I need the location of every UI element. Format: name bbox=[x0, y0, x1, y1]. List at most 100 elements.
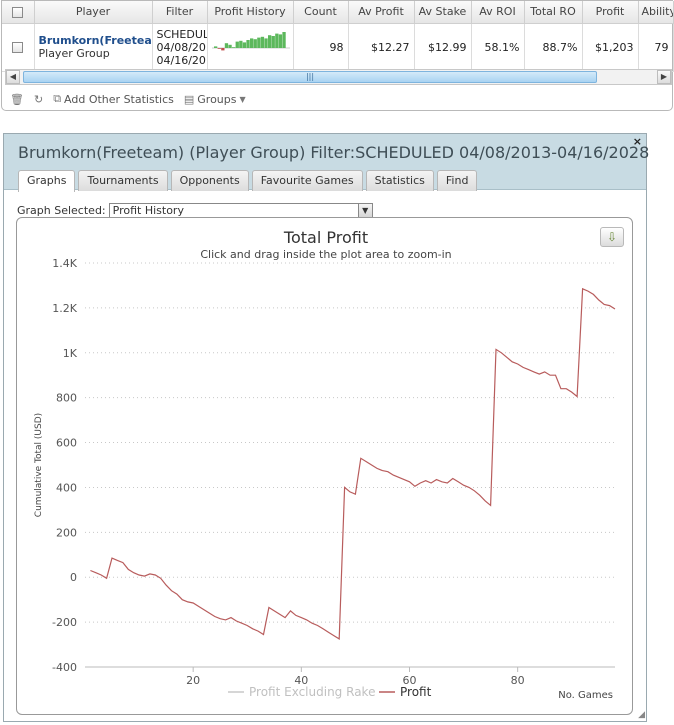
chevron-down-icon[interactable]: ▼ bbox=[357, 204, 372, 217]
chevron-down-icon: ▼ bbox=[239, 94, 246, 104]
sparkline-bar bbox=[281, 31, 286, 48]
chart-title: Total Profit bbox=[283, 228, 368, 247]
tab-statistics[interactable]: Statistics bbox=[365, 170, 434, 191]
row-checkbox[interactable] bbox=[12, 42, 24, 53]
x-tick-label: 80 bbox=[511, 674, 525, 687]
profit-history-cell bbox=[207, 23, 294, 72]
sparkline-bar bbox=[242, 41, 246, 48]
sparkline-bar bbox=[220, 47, 224, 50]
sparkline-bar bbox=[235, 41, 239, 48]
groups-dropdown[interactable]: ▤ Groups ▼ bbox=[184, 93, 246, 106]
av-roi-cell: 58.1% bbox=[471, 23, 525, 72]
scroll-left-icon[interactable]: ◀ bbox=[6, 70, 20, 84]
tab-opponents[interactable]: Opponents bbox=[170, 170, 249, 191]
ability-cell: 79 bbox=[638, 23, 674, 72]
y-tick-label: 600 bbox=[56, 437, 77, 450]
y-tick-label: 0 bbox=[70, 571, 77, 584]
table-row[interactable]: Brumkorn(Freetean Player Group SCHEDUL 0… bbox=[2, 23, 674, 72]
col-header-profit-history[interactable]: Profit History bbox=[207, 1, 294, 24]
sparkline-bar bbox=[245, 39, 250, 48]
resize-grip-icon[interactable]: ◢ bbox=[638, 710, 645, 720]
player-cell[interactable]: Brumkorn(Freetean Player Group bbox=[34, 23, 153, 72]
total-roi-cell: 88.7% bbox=[524, 23, 583, 72]
sparkline-bar bbox=[267, 34, 271, 48]
row-select-cell[interactable] bbox=[2, 23, 35, 72]
player-name[interactable]: Brumkorn(Freetean bbox=[39, 34, 152, 47]
y-tick-label: 200 bbox=[56, 526, 77, 539]
player-grid: Player Filter Profit History Count Av Pr… bbox=[2, 1, 674, 72]
x-tick-label: 20 bbox=[186, 674, 200, 687]
filter-line-1: SCHEDUL bbox=[156, 27, 207, 41]
horizontal-scrollbar[interactable]: ◀ ||| ▶ bbox=[5, 69, 672, 85]
filter-line-2: 04/08/20 bbox=[156, 40, 206, 54]
refresh-icon[interactable]: ↻ bbox=[34, 93, 43, 106]
sparkline-bar bbox=[249, 37, 253, 48]
groups-icon: ▤ bbox=[183, 92, 195, 106]
col-header-profit[interactable]: Profit bbox=[582, 1, 639, 24]
col-header-av-stake[interactable]: Av Stake bbox=[414, 1, 472, 24]
sparkline-bar bbox=[231, 46, 235, 48]
dialog-header: Brumkorn(Freeteam) (Player Group) Filter… bbox=[4, 134, 650, 192]
col-header-player[interactable]: Player bbox=[34, 1, 153, 24]
av-profit-cell: $12.27 bbox=[348, 23, 415, 72]
tab-graphs[interactable]: Graphs bbox=[18, 170, 76, 192]
x-axis-label: No. Games bbox=[558, 690, 613, 701]
y-tick-label: -200 bbox=[52, 616, 77, 629]
profit-sparkline bbox=[211, 31, 290, 50]
tab-tournaments[interactable]: Tournaments bbox=[78, 170, 168, 191]
sparkline-bar bbox=[271, 35, 275, 48]
player-detail-dialog: Brumkorn(Freeteam) (Player Group) Filter… bbox=[3, 133, 650, 722]
sparkline-bar bbox=[278, 33, 282, 48]
col-header-count[interactable]: Count bbox=[293, 1, 349, 24]
sparkline-bar bbox=[253, 38, 257, 48]
legend-item-excl-rake[interactable]: Profit Excluding Rake bbox=[249, 685, 375, 699]
col-header-av-profit[interactable]: Av Profit bbox=[348, 1, 415, 24]
filter-cell: SCHEDUL 04/08/20 04/16/20 bbox=[152, 23, 208, 72]
add-other-statistics-button[interactable]: ⧉ Add Other Statistics bbox=[53, 92, 174, 106]
scrollbar-thumb[interactable]: ||| bbox=[23, 71, 597, 83]
profit-cell: $1,203 bbox=[582, 23, 639, 72]
sparkline-bar bbox=[217, 47, 221, 49]
graph-select[interactable]: Profit History ▼ bbox=[108, 203, 373, 218]
y-tick-label: -400 bbox=[52, 661, 77, 674]
av-stake-cell: $12.99 bbox=[414, 23, 472, 72]
y-tick-label: 400 bbox=[56, 481, 77, 494]
legend-item-profit[interactable]: Profit bbox=[400, 685, 432, 699]
dialog-tabs: Graphs Tournaments Opponents Favourite G… bbox=[18, 170, 478, 192]
tab-favourite-games[interactable]: Favourite Games bbox=[251, 170, 363, 191]
y-tick-label: 1K bbox=[63, 347, 78, 360]
sparkline-bar bbox=[256, 37, 260, 48]
y-axis-label: Cumulative Total (USD) bbox=[34, 413, 44, 517]
close-icon[interactable]: × bbox=[633, 135, 642, 148]
series-line-profit[interactable] bbox=[90, 287, 616, 640]
col-header-filter[interactable]: Filter bbox=[152, 1, 208, 24]
sparkline-bar bbox=[227, 44, 232, 48]
filter-line-3: 04/16/20 bbox=[156, 53, 206, 67]
scroll-right-icon[interactable]: ▶ bbox=[657, 70, 671, 84]
player-group-label: Player Group bbox=[38, 47, 110, 60]
y-tick-label: 1.2K bbox=[52, 302, 77, 315]
graph-select-value: Profit History bbox=[112, 204, 184, 217]
add-stats-icon: ⧉ bbox=[53, 92, 62, 105]
trash-icon[interactable]: 🗑 bbox=[10, 93, 24, 106]
tab-find[interactable]: Find bbox=[436, 170, 478, 191]
profit-chart[interactable]: Total ProfitClick and drag inside the pl… bbox=[17, 218, 632, 714]
grid-header-row: Player Filter Profit History Count Av Pr… bbox=[2, 1, 674, 24]
sparkline-bar bbox=[238, 40, 242, 48]
sparkline-bar bbox=[263, 37, 268, 48]
groups-label: Groups bbox=[197, 92, 237, 106]
dialog-title: Brumkorn(Freeteam) (Player Group) Filter… bbox=[18, 143, 650, 162]
add-other-statistics-label: Add Other Statistics bbox=[64, 92, 174, 106]
sparkline-bar bbox=[260, 36, 264, 48]
col-header-total-roi[interactable]: Total RO bbox=[524, 1, 583, 24]
select-all-checkbox[interactable] bbox=[12, 6, 24, 18]
graph-select-label: Graph Selected: bbox=[17, 204, 106, 217]
sparkline-bar bbox=[213, 45, 217, 48]
col-header-ability[interactable]: Ability bbox=[638, 1, 674, 24]
col-header-av-roi[interactable]: Av ROI bbox=[471, 1, 525, 24]
download-icon[interactable]: ⇩ bbox=[600, 227, 624, 247]
count-cell: 98 bbox=[293, 23, 349, 72]
player-grid-panel: Player Filter Profit History Count Av Pr… bbox=[1, 0, 674, 111]
chart-subtitle: Click and drag inside the plot area to z… bbox=[200, 248, 451, 261]
col-select-all[interactable] bbox=[2, 1, 35, 24]
